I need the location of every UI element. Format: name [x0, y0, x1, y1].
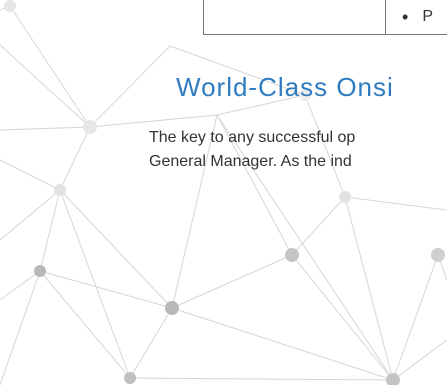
bullet-icon: • — [402, 6, 409, 27]
page: • P World-Class Onsi The key to any succ… — [0, 0, 447, 385]
table-cell-text: P — [422, 7, 433, 25]
network-node — [285, 248, 299, 262]
section-heading: World-Class Onsi — [176, 72, 394, 102]
network-background — [0, 0, 447, 385]
network-node — [4, 0, 16, 12]
network-node — [386, 373, 400, 385]
network-node — [165, 301, 179, 315]
table-row-fragment: • P — [203, 0, 447, 35]
network-node — [54, 184, 66, 196]
paragraph-line-1: The key to any successful op — [149, 129, 356, 146]
section-paragraph: The key to any successful op General Man… — [149, 126, 447, 174]
network-node — [339, 191, 351, 203]
network-lines — [0, 5, 447, 385]
network-node — [431, 248, 445, 262]
table-cell-bullet: • P — [386, 0, 447, 34]
table-cell-empty — [204, 0, 386, 34]
network-node — [124, 372, 136, 384]
paragraph-line-2: General Manager. As the ind — [149, 153, 352, 170]
network-node — [34, 265, 46, 277]
network-node — [83, 120, 97, 134]
